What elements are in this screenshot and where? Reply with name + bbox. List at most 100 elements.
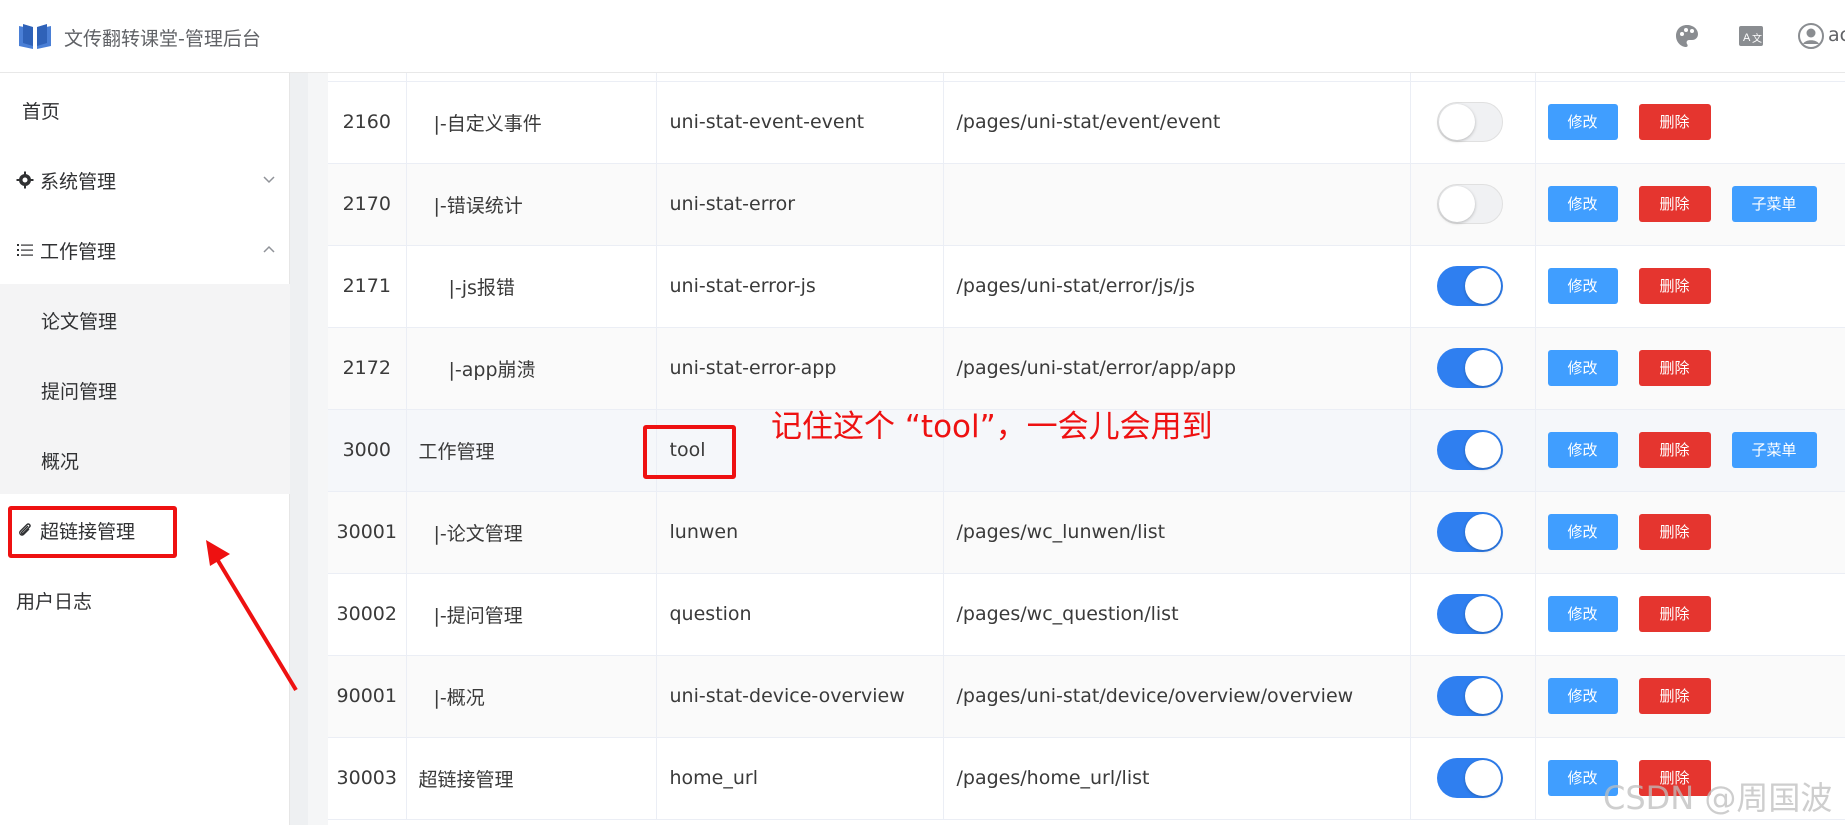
toggle-knob	[1464, 514, 1501, 550]
cell-route-path: home_url	[656, 737, 944, 820]
delete-button[interactable]: 删除	[1638, 268, 1711, 304]
user-avatar-icon[interactable]	[1797, 22, 1825, 50]
cell-id: 3000	[328, 409, 407, 492]
toggle-knob	[1464, 268, 1501, 304]
cell-id: 2172	[328, 327, 407, 410]
status-toggle[interactable]	[1436, 758, 1503, 798]
table-row: 30002 |-提问管理 question /pages/wc_question…	[328, 573, 1845, 656]
delete-button[interactable]: 删除	[1638, 104, 1711, 140]
delete-button[interactable]: 删除	[1638, 432, 1711, 468]
cell-route-path: uni-stat-device-overview	[656, 655, 944, 738]
table-row: 2171 |-js报错 uni-stat-error-js /pages/uni…	[328, 245, 1845, 328]
cell-id: 2170	[328, 163, 407, 246]
cell-menu-name: |-自定义事件	[406, 81, 657, 164]
book-logo-icon	[19, 24, 51, 49]
cell-actions: 修改 删除	[1535, 655, 1845, 738]
edit-button[interactable]: 修改	[1547, 104, 1618, 140]
status-toggle[interactable]	[1436, 676, 1503, 716]
translate-icon[interactable]: A 文	[1737, 22, 1765, 50]
cell-route-path: uni-stat-event-event	[656, 81, 944, 164]
status-toggle[interactable]	[1436, 512, 1503, 552]
sidebar: 首页 系统管理 工作管理 论文管理 提问管理 概况 超链接管理 用户日志	[0, 73, 290, 825]
cell-component-path	[943, 163, 1411, 246]
gear-icon	[16, 171, 34, 189]
status-toggle[interactable]	[1436, 102, 1503, 142]
edit-button[interactable]: 修改	[1547, 186, 1618, 222]
edit-button[interactable]: 修改	[1547, 268, 1618, 304]
cell-component-path: /pages/uni-stat/event/event	[943, 81, 1411, 164]
top-bar: 文传翻转课堂-管理后台 A 文 ac	[0, 0, 1845, 73]
edit-button[interactable]: 修改	[1547, 350, 1618, 386]
palette-icon[interactable]	[1673, 22, 1701, 50]
delete-button[interactable]: 删除	[1638, 678, 1711, 714]
cell-actions: 修改 删除	[1535, 573, 1845, 656]
toggle-knob	[1464, 350, 1501, 386]
menu-name-text: |-提问管理	[433, 604, 523, 627]
status-toggle[interactable]	[1436, 184, 1503, 224]
cell-id: 90001	[328, 655, 407, 738]
cell-id: 2160	[328, 81, 407, 164]
sidebar-item-papers[interactable]: 论文管理	[0, 285, 290, 355]
status-toggle[interactable]	[1436, 266, 1503, 306]
cell-menu-name: |-提问管理	[406, 573, 657, 656]
menu-name-text: |-错误统计	[433, 194, 523, 217]
cell-menu-name: |-论文管理	[406, 491, 657, 574]
menu-name-text: |-app崩溃	[448, 358, 536, 381]
cell-actions: 修改 删除	[1535, 81, 1845, 164]
sidebar-item-label: 用户日志	[16, 590, 93, 613]
sidebar-item-home[interactable]: 首页	[0, 75, 290, 145]
user-name[interactable]: ac	[1828, 24, 1845, 46]
edit-button[interactable]: 修改	[1547, 596, 1618, 632]
cell-actions: 修改 删除 子菜单	[1535, 409, 1845, 492]
table-row-partial	[328, 73, 1845, 82]
edit-button[interactable]: 修改	[1547, 514, 1618, 550]
cell-actions: 修改 删除	[1535, 491, 1845, 574]
chevron-up-icon	[263, 245, 275, 253]
cell-status-switch	[1410, 163, 1536, 246]
annotation-arrow-icon	[206, 540, 298, 692]
table-row: 30001 |-论文管理 lunwen /pages/wc_lunwen/lis…	[328, 491, 1845, 574]
annotation-note: 记住这个 “tool”，一会儿会用到	[771, 409, 1213, 445]
status-toggle[interactable]	[1436, 594, 1503, 634]
cell-component-path: /pages/wc_lunwen/list	[943, 491, 1411, 574]
list-icon	[17, 244, 33, 256]
edit-button[interactable]: 修改	[1547, 432, 1618, 468]
table-row: 90001 |-概况 uni-stat-device-overview /pag…	[328, 655, 1845, 738]
edit-button[interactable]: 修改	[1547, 678, 1618, 714]
cell-actions: 修改 删除 子菜单	[1535, 163, 1845, 246]
sidebar-item-overview[interactable]: 概况	[0, 425, 290, 495]
cell-status-switch	[1410, 409, 1536, 492]
delete-button[interactable]: 删除	[1638, 596, 1711, 632]
cell-component-path: /pages/uni-stat/error/app/app	[943, 327, 1411, 410]
cell-component-path: /pages/uni-stat/error/js/js	[943, 245, 1411, 328]
menu-name-text: |-概况	[433, 686, 485, 709]
sidebar-scrollbar[interactable]	[290, 73, 308, 825]
menu-name-text: 工作管理	[418, 440, 495, 463]
toggle-knob	[1464, 678, 1501, 714]
delete-button[interactable]: 删除	[1638, 350, 1711, 386]
cell-menu-name: |-app崩溃	[406, 327, 657, 410]
status-toggle[interactable]	[1436, 348, 1503, 388]
cell-component-path: /pages/uni-stat/device/overview/overview	[943, 655, 1411, 738]
toggle-knob	[1438, 104, 1475, 140]
sidebar-item-system[interactable]: 系统管理	[0, 145, 290, 215]
submenu-button[interactable]: 子菜单	[1731, 186, 1817, 222]
submenu-button[interactable]: 子菜单	[1731, 432, 1817, 468]
sidebar-item-work[interactable]: 工作管理	[0, 215, 290, 285]
cell-route-path: uni-stat-error-js	[656, 245, 944, 328]
cell-status-switch	[1410, 737, 1536, 820]
cell-status-switch	[1410, 573, 1536, 656]
status-toggle[interactable]	[1436, 430, 1503, 470]
sidebar-item-label: 工作管理	[40, 240, 117, 263]
delete-button[interactable]: 删除	[1638, 514, 1711, 550]
delete-button[interactable]: 删除	[1638, 186, 1711, 222]
cell-menu-name: |-概况	[406, 655, 657, 738]
cell-menu-name: |-错误统计	[406, 163, 657, 246]
cell-menu-name: 超链接管理	[406, 737, 657, 820]
cell-status-switch	[1410, 327, 1536, 410]
sidebar-item-label: 首页	[22, 100, 61, 123]
menu-name-text: |-论文管理	[433, 522, 523, 545]
cell-component-path: /pages/home_url/list	[943, 737, 1411, 820]
svg-text:A: A	[1743, 32, 1751, 44]
sidebar-item-questions[interactable]: 提问管理	[0, 355, 290, 425]
